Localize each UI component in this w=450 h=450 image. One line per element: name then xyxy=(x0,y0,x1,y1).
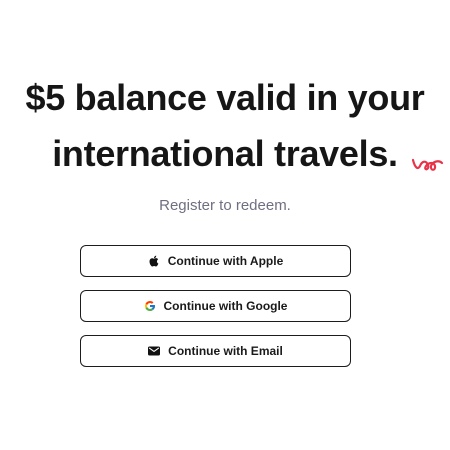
decorative-squiggle-icon xyxy=(411,158,444,171)
headline-line-2: international travels. xyxy=(52,133,398,174)
headline-line-1: $5 balance valid in your xyxy=(25,77,425,118)
apple-icon xyxy=(148,255,160,267)
continue-with-google-button[interactable]: Continue with Google xyxy=(80,290,351,322)
google-button-label: Continue with Google xyxy=(163,299,288,313)
continue-with-email-button[interactable]: Continue with Email xyxy=(80,335,351,367)
email-icon xyxy=(148,345,161,357)
email-button-label: Continue with Email xyxy=(168,344,283,358)
register-subtitle: Register to redeem. xyxy=(159,197,291,214)
google-icon xyxy=(144,300,156,312)
continue-with-apple-button[interactable]: Continue with Apple xyxy=(80,245,351,277)
apple-button-label: Continue with Apple xyxy=(167,254,284,268)
